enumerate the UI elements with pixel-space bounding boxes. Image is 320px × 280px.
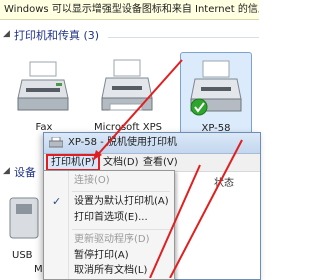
menu-item-label: 暂停打印(A): [74, 250, 129, 261]
checkmark-icon: ✓: [52, 195, 62, 208]
device-label: USB: [12, 250, 33, 261]
menu-item-label: 设置为默认打印机(A): [74, 196, 169, 207]
device-fax[interactable]: Fax: [8, 52, 80, 138]
window-title: XP-58 - 脱机使用打印机: [68, 137, 177, 148]
device-xp-58[interactable]: XP-58: [180, 52, 252, 138]
device-microsoft-xps[interactable]: Microsoft XPS: [92, 52, 164, 138]
menu-separator: [72, 229, 170, 230]
menu-printer[interactable]: 打印机(P): [46, 154, 100, 171]
menu-item-pause-printing[interactable]: 暂停打印(A): [44, 248, 174, 264]
printers-section-header[interactable]: ◢ 打印机和传真 (3): [0, 28, 259, 44]
printer-small-icon: [49, 137, 63, 148]
xp58-printer-icon: [190, 60, 242, 116]
window-titlebar[interactable]: XP-58 - 脱机使用打印机: [44, 133, 260, 154]
printer-menu-dropdown: 连接(O) ✓ 设置为默认打印机(A) 打印首选项(E)... 更新驱动程序(D…: [43, 170, 175, 280]
device-usb[interactable]: USB M: [2, 190, 47, 278]
fax-printer-icon: [17, 61, 69, 111]
collapse-triangle-icon[interactable]: ◢: [3, 166, 10, 176]
menu-item-printing-preferences[interactable]: 打印首选项(E)...: [44, 210, 174, 226]
usb-device-icon: [9, 197, 39, 239]
menu-item-update-driver[interactable]: 更新驱动程序(D): [44, 232, 174, 248]
menu-item-set-default[interactable]: ✓ 设置为默认打印机(A): [44, 194, 174, 210]
menu-item-connect[interactable]: 连接(O): [44, 173, 174, 189]
device-label: M: [34, 264, 43, 275]
menu-item-label: 更新驱动程序(D): [74, 234, 150, 245]
collapse-triangle-icon[interactable]: ◢: [3, 29, 10, 39]
info-bar[interactable]: Windows 可以显示增强型设备图标和来自 Internet 的信息。请单: [0, 0, 259, 20]
devices-section-title: 设备: [14, 166, 36, 179]
menu-item-label: 取消所有文档(L): [74, 265, 148, 276]
menu-item-label: 打印首选项(E)...: [74, 212, 148, 223]
menu-item-cancel-all-documents[interactable]: 取消所有文档(L): [44, 263, 174, 279]
info-bar-text: Windows 可以显示增强型设备图标和来自 Internet 的信息。请单: [4, 4, 259, 15]
menu-view[interactable]: 查看(V): [140, 154, 181, 171]
printers-section-title: 打印机和传真 (3): [14, 29, 100, 42]
column-header-status[interactable]: 状态: [214, 174, 234, 189]
section-divider: [108, 37, 259, 38]
menu-separator: [72, 191, 170, 192]
menu-item-label: 连接(O): [74, 175, 110, 186]
xps-printer-icon: [101, 59, 153, 111]
menu-document[interactable]: 文档(D): [100, 154, 142, 171]
devices-section-header[interactable]: ◢ 设备: [0, 165, 45, 181]
